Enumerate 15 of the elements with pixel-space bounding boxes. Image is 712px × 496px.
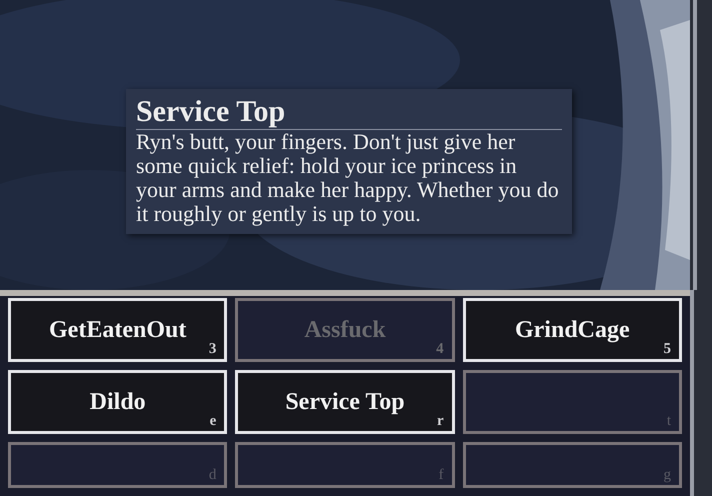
hotkey-label: r: [436, 414, 444, 429]
tooltip-title: Service Top: [136, 95, 562, 130]
hotkey-label: 3: [208, 342, 216, 357]
hotkey-label: d: [208, 468, 216, 483]
hotkey-label: 5: [663, 342, 671, 357]
hotkey-label: 4: [436, 342, 444, 357]
action-button[interactable]: Service Top r: [235, 370, 455, 434]
hotkey-label: g: [663, 468, 671, 483]
hotkey-label: t: [666, 414, 671, 429]
tooltip-text: Ryn's butt, your fingers. Don't just give her some quick relief: hold your ice princess in your arms and make her happy. Whether you do it roughly or gently is up to you.: [136, 130, 560, 226]
action-button[interactable]: Dildo e: [8, 370, 228, 434]
action-button[interactable]: GrindCage 5: [462, 298, 682, 362]
hotkey-label: f: [438, 468, 444, 483]
action-button[interactable]: GetEatenOut 3: [8, 298, 228, 362]
hotkey-label: e: [210, 414, 216, 429]
